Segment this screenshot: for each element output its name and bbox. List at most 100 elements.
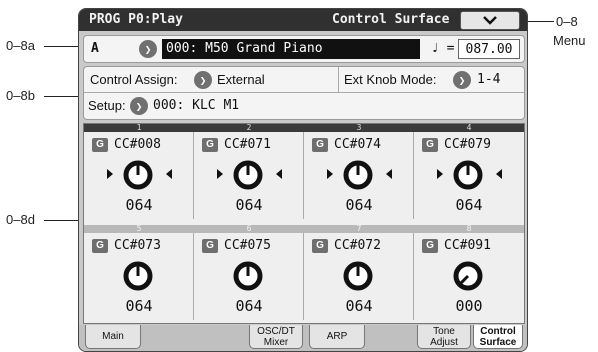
- tempo-field[interactable]: 087.00: [458, 39, 520, 59]
- tab-osc-dt-mixer[interactable]: OSC/DT Mixer: [249, 325, 303, 349]
- global-badge: G: [202, 239, 218, 253]
- cc-assignment[interactable]: CC#008: [114, 137, 161, 152]
- cc-assignment[interactable]: CC#073: [114, 238, 161, 253]
- callout-line-a: [44, 46, 82, 47]
- knob-number: 2: [194, 124, 304, 132]
- callout-row-a-ref: 0–8a: [6, 38, 35, 53]
- cc-assignment[interactable]: CC#091: [444, 238, 491, 253]
- synth-display: PROG P0:Play Control Surface A ❯ 000: M5…: [78, 8, 528, 352]
- chevron-down-icon: [483, 16, 497, 25]
- knob-cell: 5 G CC#073 064: [84, 225, 194, 320]
- global-badge: G: [422, 138, 438, 152]
- global-badge: G: [422, 239, 438, 253]
- global-badge: G: [92, 239, 108, 253]
- cc-assignment[interactable]: CC#072: [334, 238, 381, 253]
- knob-number: 7: [304, 225, 414, 233]
- page-menu-button[interactable]: [460, 11, 520, 30]
- global-badge: G: [92, 138, 108, 152]
- knob-control[interactable]: [451, 259, 485, 293]
- knob-number: 4: [414, 124, 524, 132]
- tab-control-surface[interactable]: Control Surface: [473, 325, 523, 349]
- triangle-right-icon: [217, 169, 223, 179]
- cc-assignment[interactable]: CC#071: [224, 137, 271, 152]
- program-popup-button[interactable]: ❯: [139, 40, 157, 58]
- tab-label: Control Surface: [479, 325, 517, 348]
- knob-control[interactable]: [121, 259, 155, 293]
- knob-cell: 2 G CC#071 064: [194, 124, 304, 219]
- setup-popup[interactable]: ❯: [130, 97, 148, 115]
- control-assign-label: Control Assign:: [90, 72, 178, 87]
- callout-row-b-ref: 0–8b: [6, 88, 35, 103]
- divider: [84, 92, 524, 93]
- tab-label: ARP: [326, 331, 348, 342]
- knob-control[interactable]: [231, 259, 265, 293]
- tempo-label: ♩ =: [431, 41, 455, 56]
- knob-number: 6: [194, 225, 304, 233]
- knob-number: 8: [414, 225, 524, 233]
- tab-label: OSC/DT Mixer: [257, 325, 295, 348]
- divider: [338, 67, 339, 92]
- chevron-right-icon: ❯: [458, 73, 466, 87]
- page-title: PROG P0:Play: [89, 12, 183, 27]
- callout-menu-ref: 0–8: [556, 14, 578, 29]
- knob-cell: 6 G CC#075 064: [194, 225, 304, 320]
- ext-knob-mode-value[interactable]: 1-4: [477, 72, 500, 87]
- global-badge: G: [202, 138, 218, 152]
- knob-number: 1: [84, 124, 194, 132]
- program-name-field[interactable]: 000: M50 Grand Piano: [162, 39, 420, 59]
- program-select-row: A ❯ 000: M50 Grand Piano ♩ = 087.00: [83, 35, 525, 63]
- knob-cell: 8 G CC#091 000: [414, 225, 524, 320]
- control-surface-settings: Control Assign: ❯ External Ext Knob Mode…: [83, 66, 525, 120]
- knob-value: 064: [345, 297, 373, 315]
- cc-assignment[interactable]: CC#074: [334, 137, 381, 152]
- knob-value: 064: [125, 297, 153, 315]
- cc-assignment[interactable]: CC#075: [224, 238, 271, 253]
- knob-cell: 4 G CC#079 064: [414, 124, 524, 219]
- triangle-left-icon: [496, 169, 502, 179]
- triangle-left-icon: [276, 169, 282, 179]
- knob-control[interactable]: [451, 158, 485, 192]
- callout-line-d: [44, 220, 82, 221]
- knob-cell: 1 G CC#008 064: [84, 124, 194, 219]
- tab-label: Main: [102, 331, 124, 342]
- control-assign-value[interactable]: External: [217, 72, 265, 87]
- knob-number: 3: [304, 124, 414, 132]
- setup-value[interactable]: 000: KLC M1: [153, 98, 239, 113]
- setup-label: Setup:: [88, 98, 126, 113]
- cc-assignment[interactable]: CC#079: [444, 137, 491, 152]
- triangle-left-icon: [166, 169, 172, 179]
- global-badge: G: [312, 138, 328, 152]
- knob-control[interactable]: [121, 158, 155, 192]
- global-badge: G: [312, 239, 328, 253]
- knob-cell: 7 G CC#072 064: [304, 225, 414, 320]
- callout-menu-word: Menu: [553, 33, 586, 48]
- ext-knob-mode-label: Ext Knob Mode:: [344, 72, 437, 87]
- triangle-right-icon: [327, 169, 333, 179]
- chevron-right-icon: ❯: [144, 42, 152, 56]
- knob-cell: 3 G CC#074 064: [304, 124, 414, 219]
- triangle-right-icon: [437, 169, 443, 179]
- tab-arp[interactable]: ARP: [309, 325, 365, 349]
- knob-number: 5: [84, 225, 194, 233]
- chevron-right-icon: ❯: [199, 73, 207, 87]
- knob-control[interactable]: [341, 259, 375, 293]
- chevron-right-icon: ❯: [135, 99, 143, 113]
- knob-grid: 1 G CC#008 064 2 G CC#071 064 3 G CC#074 064 4 G CC#07…: [83, 123, 525, 324]
- callout-line-b: [44, 96, 82, 97]
- control-assign-popup[interactable]: ❯: [194, 71, 212, 89]
- knob-value: 000: [455, 297, 483, 315]
- title-bar: PROG P0:Play Control Surface: [79, 9, 527, 31]
- knob-value: 064: [235, 196, 263, 214]
- knob-control[interactable]: [341, 158, 375, 192]
- tab-tone-adjust[interactable]: Tone Adjust: [417, 325, 471, 349]
- triangle-right-icon: [107, 169, 113, 179]
- page-tabs: Main OSC/DT Mixer ARP Tone Adjust Contro…: [79, 325, 527, 351]
- page-subtitle: Control Surface: [332, 12, 450, 27]
- tab-main[interactable]: Main: [85, 325, 141, 349]
- knob-value: 064: [235, 297, 263, 315]
- ext-knob-mode-popup[interactable]: ❯: [453, 71, 471, 89]
- knob-control[interactable]: [231, 158, 265, 192]
- knob-value: 064: [125, 196, 153, 214]
- bank-letter: A: [91, 41, 99, 56]
- tab-label: Tone Adjust: [430, 325, 458, 348]
